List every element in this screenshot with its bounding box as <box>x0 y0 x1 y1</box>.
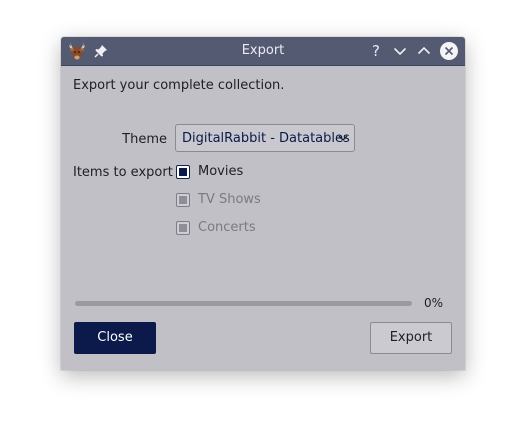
dialog-content: Export your complete collection. Theme D… <box>61 66 465 370</box>
concerts-checkbox <box>176 221 190 235</box>
close-button[interactable] <box>440 42 458 60</box>
progress-percent: 0% <box>424 296 444 310</box>
title-bar[interactable]: Export ? <box>61 37 465 66</box>
progress-bar <box>75 301 412 306</box>
intro-text: Export your complete collection. <box>73 78 285 93</box>
chevron-up-icon[interactable] <box>415 42 433 60</box>
theme-select[interactable]: DigitalRabbit - Datatables <box>175 124 355 152</box>
tv-shows-checkbox <box>176 193 190 207</box>
concerts-label: Concerts <box>198 220 256 235</box>
export-dialog: Export ? Export your complete collection… <box>61 37 465 370</box>
help-icon[interactable]: ? <box>367 42 385 60</box>
items-to-export-label: Items to export <box>73 165 173 180</box>
movies-label: Movies <box>198 164 244 179</box>
close-icon <box>444 46 454 56</box>
theme-label: Theme <box>122 132 167 147</box>
desktop-background: Export ? Export your complete collection… <box>0 0 526 431</box>
tv-shows-label: TV Shows <box>198 192 261 207</box>
chevron-down-icon <box>338 135 348 141</box>
theme-select-value: DigitalRabbit - Datatables <box>182 131 350 146</box>
chevron-down-icon[interactable] <box>391 42 409 60</box>
movies-checkbox[interactable] <box>176 165 190 179</box>
close-dialog-button[interactable]: Close <box>74 322 156 354</box>
export-button[interactable]: Export <box>370 322 452 354</box>
